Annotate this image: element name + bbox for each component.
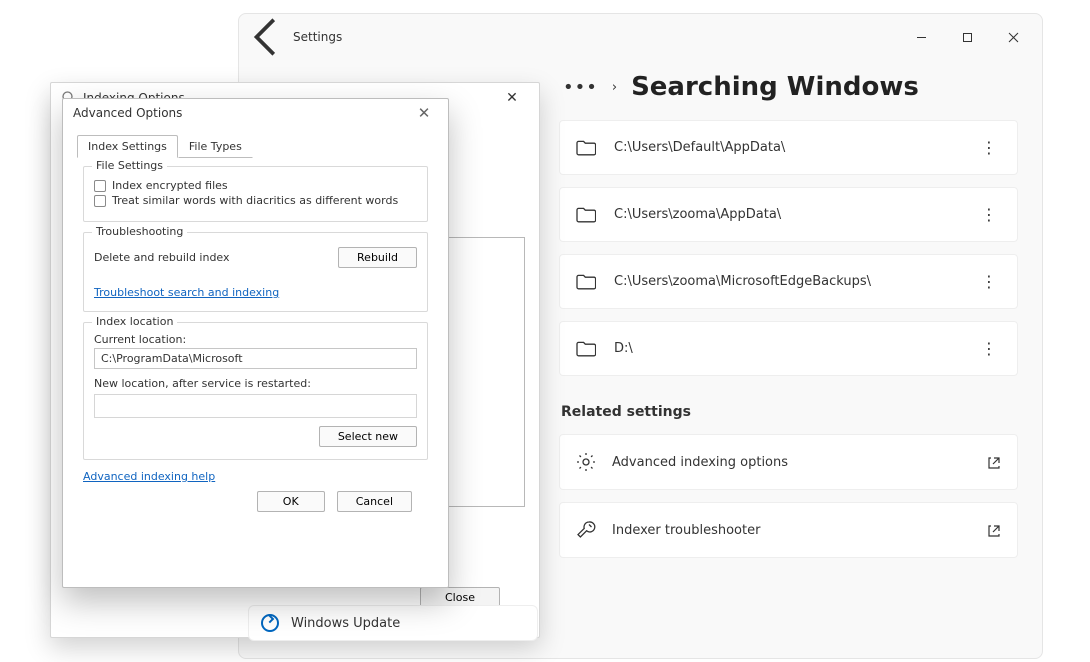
checkbox-label: Treat similar words with diacritics as d… <box>112 194 398 207</box>
excluded-folder-row[interactable]: C:\Users\Default\AppData\ ⋮ <box>559 120 1018 175</box>
wrench-icon <box>576 520 596 540</box>
advanced-title: Advanced Options <box>73 106 410 120</box>
related-label: Indexer troubleshooter <box>612 523 987 538</box>
more-button[interactable]: ⋮ <box>977 205 1001 224</box>
excluded-folder-row[interactable]: C:\Users\zooma\MicrosoftEdgeBackups\ ⋮ <box>559 254 1018 309</box>
window-controls <box>898 21 1036 53</box>
folder-path: C:\Users\zooma\MicrosoftEdgeBackups\ <box>614 274 977 289</box>
checkbox-icon <box>94 195 106 207</box>
more-button[interactable]: ⋮ <box>977 138 1001 157</box>
advanced-titlebar: Advanced Options ✕ <box>63 99 448 127</box>
open-external-icon <box>987 523 1001 537</box>
delete-rebuild-label: Delete and rebuild index <box>94 251 230 264</box>
breadcrumb-ellipsis[interactable]: ••• <box>563 77 598 98</box>
chevron-right-icon: › <box>612 80 617 95</box>
tab-strip: Index Settings File Types <box>63 135 448 158</box>
file-settings-group: File Settings Index encrypted files Trea… <box>83 166 428 222</box>
new-location-label: New location, after service is restarted… <box>94 377 417 390</box>
file-settings-legend: File Settings <box>92 159 167 172</box>
excluded-folder-row[interactable]: D:\ ⋮ <box>559 321 1018 376</box>
excluded-folder-row[interactable]: C:\Users\zooma\AppData\ ⋮ <box>559 187 1018 242</box>
settings-title: Settings <box>293 30 342 44</box>
folder-icon <box>576 341 596 357</box>
sidebar-item-windows-update[interactable]: Windows Update <box>248 605 538 641</box>
folder-path: C:\Users\zooma\AppData\ <box>614 207 977 222</box>
close-button[interactable]: ✕ <box>495 90 529 106</box>
gear-icon <box>576 452 596 472</box>
tab-file-types[interactable]: File Types <box>178 135 253 158</box>
checkbox-icon <box>94 180 106 192</box>
ok-button[interactable]: OK <box>257 491 325 512</box>
folder-icon <box>576 274 596 290</box>
current-location-label: Current location: <box>94 333 417 346</box>
select-new-button[interactable]: Select new <box>319 426 417 447</box>
checkbox-diacritics[interactable]: Treat similar words with diacritics as d… <box>94 194 417 207</box>
related-settings-heading: Related settings <box>561 404 1018 420</box>
more-button[interactable]: ⋮ <box>977 272 1001 291</box>
advanced-indexing-options-link[interactable]: Advanced indexing options <box>559 434 1018 490</box>
new-location-field[interactable] <box>94 394 417 418</box>
index-location-group: Index location Current location: C:\Prog… <box>83 322 428 460</box>
folder-path: D:\ <box>614 341 977 356</box>
breadcrumb: ••• › Searching Windows <box>559 72 1018 120</box>
cancel-button[interactable]: Cancel <box>337 491 412 512</box>
close-button[interactable] <box>990 21 1036 53</box>
folder-icon <box>576 207 596 223</box>
index-location-legend: Index location <box>92 315 177 328</box>
minimize-button[interactable] <box>898 21 944 53</box>
dialog-footer: OK Cancel <box>83 483 428 512</box>
troubleshooting-legend: Troubleshooting <box>92 225 187 238</box>
back-button[interactable] <box>245 14 291 60</box>
troubleshooting-group: Troubleshooting Delete and rebuild index… <box>83 232 428 312</box>
advanced-help-link[interactable]: Advanced indexing help <box>83 470 428 483</box>
windows-update-icon <box>261 614 279 632</box>
maximize-button[interactable] <box>944 21 990 53</box>
checkbox-index-encrypted[interactable]: Index encrypted files <box>94 179 417 192</box>
settings-body: ••• › Searching Windows C:\Users\Default… <box>559 72 1042 658</box>
current-location-field[interactable]: C:\ProgramData\Microsoft <box>94 348 417 369</box>
page-title: Searching Windows <box>631 72 919 102</box>
tab-index-settings[interactable]: Index Settings <box>77 135 178 158</box>
rebuild-button[interactable]: Rebuild <box>338 247 417 268</box>
more-button[interactable]: ⋮ <box>977 339 1001 358</box>
related-label: Advanced indexing options <box>612 455 987 470</box>
indexer-troubleshooter-link[interactable]: Indexer troubleshooter <box>559 502 1018 558</box>
settings-titlebar: Settings <box>239 14 1042 60</box>
advanced-body: File Settings Index encrypted files Trea… <box>63 158 448 522</box>
close-button[interactable]: ✕ <box>410 104 438 122</box>
open-external-icon <box>987 455 1001 469</box>
sidebar-item-label: Windows Update <box>291 616 400 631</box>
advanced-options-dialog: Advanced Options ✕ Index Settings File T… <box>62 98 449 588</box>
folder-icon <box>576 140 596 156</box>
troubleshoot-link[interactable]: Troubleshoot search and indexing <box>94 286 279 299</box>
checkbox-label: Index encrypted files <box>112 179 228 192</box>
folder-path: C:\Users\Default\AppData\ <box>614 140 977 155</box>
